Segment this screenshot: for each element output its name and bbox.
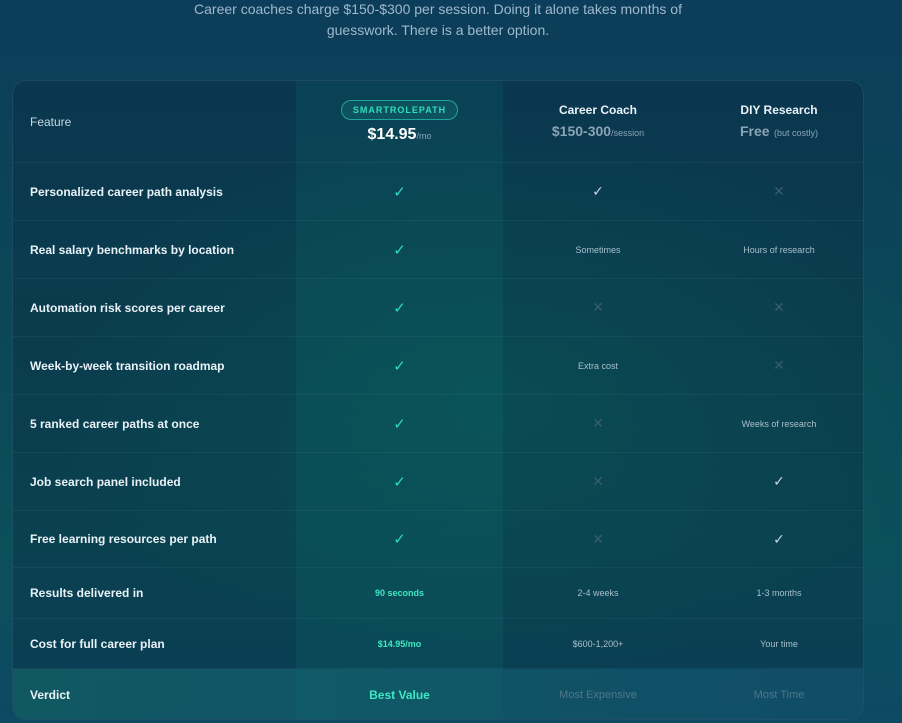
plan-diy-research-header: DIY Research Free (but costly) [693, 81, 863, 162]
table-row: Personalized career path analysis ✓ ✓ ✕ [13, 163, 863, 221]
career-coach-price: $150-300/session [552, 123, 644, 141]
feature-label: Real salary benchmarks by location [30, 242, 235, 257]
career-coach-price-unit: /session [611, 127, 645, 138]
diy-research-name: DIY Research [740, 102, 818, 117]
cell-text: 1-3 months [756, 588, 802, 598]
cross-icon: ✕ [592, 530, 604, 547]
feature-header: Feature [30, 114, 72, 129]
check-icon: ✓ [393, 183, 406, 201]
cell-text: Extra cost [577, 360, 618, 371]
cell-text: $600-1,200+ [572, 638, 624, 649]
cross-icon: ✕ [773, 183, 785, 199]
feature-label: Automation risk scores per career [30, 300, 225, 315]
verdict-row: Verdict Best Value Most Expensive Most T… [13, 669, 863, 719]
verdict-most-time: Most Time [753, 689, 805, 701]
cross-icon: ✕ [592, 473, 604, 489]
diy-research-price-unit: (but costly) [774, 127, 819, 138]
cross-icon: ✕ [773, 299, 785, 315]
cell-text-highlight: 90 seconds [374, 588, 425, 598]
diy-research-price-value: Free [739, 122, 770, 139]
verdict-label: Verdict [30, 688, 71, 702]
feature-label: 5 ranked career paths at once [30, 416, 200, 431]
table-row: Job search panel included ✓ ✕ ✓ [13, 453, 863, 511]
career-coach-price-value: $150-300 [551, 122, 612, 139]
cross-icon: ✕ [773, 357, 785, 373]
diy-research-price: Free (but costly) [740, 123, 818, 141]
table-row: Real salary benchmarks by location ✓ Som… [13, 221, 863, 279]
verdict-most-expensive: Most Expensive [559, 689, 637, 701]
check-icon: ✓ [592, 183, 604, 199]
intro-text: Career coaches charge $150-$300 per sess… [0, 0, 876, 41]
check-icon: ✓ [393, 241, 406, 259]
plan-smartrolepath-header: SMARTROLEPATH $14.95/mo [296, 81, 503, 162]
feature-label: Personalized career path analysis [30, 184, 223, 199]
check-icon: ✓ [393, 357, 406, 375]
cell-text: 2-4 weeks [577, 588, 619, 598]
check-icon: ✓ [773, 530, 785, 547]
table-row: Free learning resources per path ✓ ✕ ✓ [13, 511, 863, 568]
smartrolepath-price: $14.95/mo [368, 126, 432, 144]
feature-label: Free learning resources per path [30, 532, 217, 546]
feature-label: Week-by-week transition roadmap [30, 358, 225, 373]
career-coach-name: Career Coach [558, 102, 638, 117]
check-icon: ✓ [393, 415, 406, 433]
check-icon: ✓ [773, 473, 785, 489]
table-row: Week-by-week transition roadmap ✓ Extra … [13, 337, 863, 395]
smartrolepath-price-unit: /mo [416, 130, 432, 141]
intro-line-1: Career coaches charge $150-$300 per sess… [194, 1, 682, 17]
feature-label: Job search panel included [30, 474, 181, 489]
check-icon: ✓ [393, 531, 406, 548]
feature-label: Cost for full career plan [30, 636, 165, 651]
cell-text: Hours of research [743, 244, 815, 255]
cell-text-highlight: $14.95/mo [377, 638, 422, 649]
table-row: Results delivered in 90 seconds 2-4 week… [13, 568, 863, 619]
verdict-best-value: Best Value [369, 688, 430, 702]
table-row: Cost for full career plan $14.95/mo $600… [13, 619, 863, 669]
check-icon: ✓ [393, 299, 406, 317]
table-header: Feature SMARTROLEPATH $14.95/mo Career C… [13, 81, 863, 163]
intro-line-2: guesswork. There is a better option. [326, 22, 550, 38]
smartrolepath-price-value: $14.95 [367, 125, 417, 143]
table-row: 5 ranked career paths at once ✓ ✕ Weeks … [13, 395, 863, 453]
plan-career-coach-header: Career Coach $150-300/session [503, 81, 693, 162]
feature-label: Results delivered in [30, 586, 144, 600]
comparison-table: Feature SMARTROLEPATH $14.95/mo Career C… [12, 80, 864, 720]
cell-text: Sometimes [575, 244, 621, 255]
smartrolepath-badge: SMARTROLEPATH [340, 99, 459, 120]
cell-text: Weeks of research [741, 418, 817, 429]
cross-icon: ✕ [592, 299, 604, 315]
cell-text: Your time [760, 638, 798, 649]
cross-icon: ✕ [592, 415, 604, 431]
check-icon: ✓ [393, 473, 406, 491]
table-row: Automation risk scores per career ✓ ✕ ✕ [13, 279, 863, 337]
